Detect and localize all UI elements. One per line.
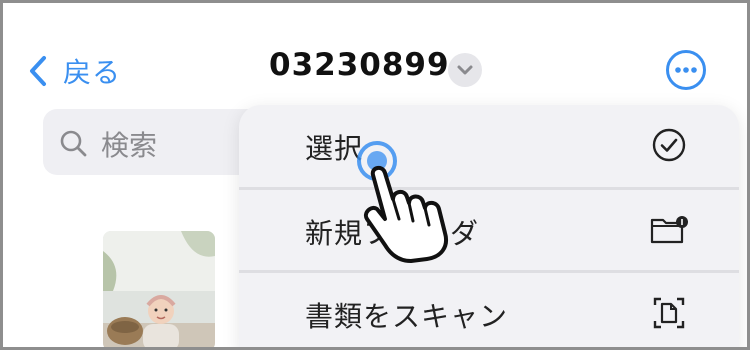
page-title: 03230899 xyxy=(269,47,450,83)
app-window: 戻る 03230899 検索 選択 書類をスキャン xyxy=(0,0,750,350)
photo-thumbnail[interactable] xyxy=(103,231,215,347)
chevron-left-icon xyxy=(30,56,46,86)
search-icon xyxy=(60,130,87,157)
menu-item-new-folder[interactable]: 新規フォルダ xyxy=(239,190,739,270)
menu-item-select[interactable]: 選択 xyxy=(239,105,739,185)
folder-badge-icon xyxy=(650,216,688,244)
title-dropdown-button[interactable] xyxy=(448,53,482,87)
back-label: 戻る xyxy=(63,56,122,89)
search-placeholder: 検索 xyxy=(101,129,158,162)
context-menu: 選択 新規フォルダ 書類をスキャン xyxy=(239,105,739,347)
menu-item-label: 書類をスキャン xyxy=(305,300,509,333)
photo-image xyxy=(103,231,215,347)
ellipsis-circle-icon[interactable] xyxy=(665,49,707,91)
menu-item-scan-document[interactable]: 書類をスキャン xyxy=(239,273,739,347)
tap-hand-pointer-icon xyxy=(357,141,448,263)
checkmark-circle-icon xyxy=(652,128,686,162)
chevron-down-icon xyxy=(457,65,473,75)
back-button[interactable]: 戻る xyxy=(27,51,121,91)
document-scan-icon xyxy=(653,297,685,329)
